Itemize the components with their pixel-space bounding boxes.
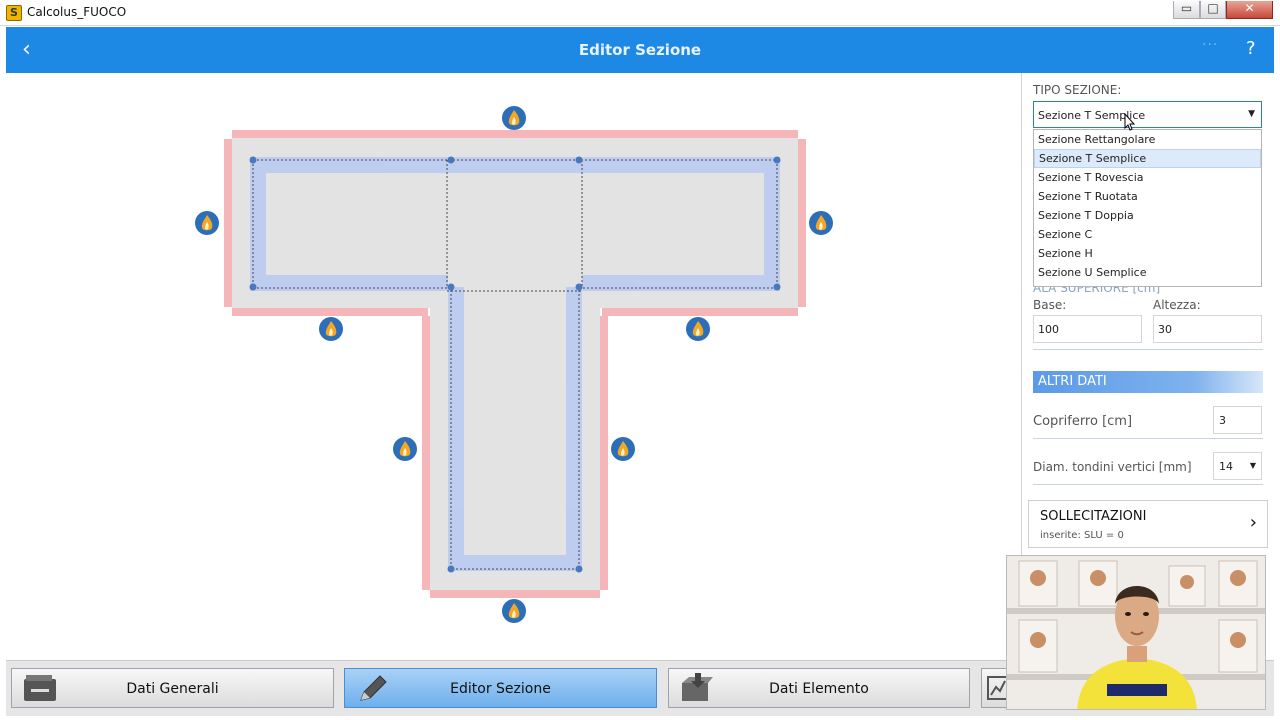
dropdown-option[interactable]: Sezione H <box>1034 244 1261 263</box>
tab-label: Editor Sezione <box>450 681 551 697</box>
fire-exposure-icon[interactable] <box>195 211 219 235</box>
fire-exposure-icon[interactable] <box>502 599 526 623</box>
help-icon[interactable]: ? <box>1246 38 1256 59</box>
fire-exposure-icon[interactable] <box>502 106 526 130</box>
sollecitazioni-title: SOLLECITAZIONI <box>1040 509 1147 524</box>
section-canvas[interactable] <box>6 73 1020 658</box>
close-button[interactable]: ✕ <box>1226 1 1273 19</box>
tab-dati-generali[interactable]: Dati Generali <box>11 668 334 708</box>
more-options-icon[interactable]: ··· <box>1202 37 1218 53</box>
chevron-right-icon: › <box>1249 512 1257 533</box>
tab-editor-sezione[interactable]: Editor Sezione <box>344 668 657 708</box>
divider <box>1033 349 1263 350</box>
t-section-drawing <box>195 106 833 623</box>
tab-label: Dati Elemento <box>769 681 869 697</box>
app-header: ‹ Editor Sezione ··· ? <box>6 27 1274 73</box>
copriferro-input[interactable]: 3 <box>1213 406 1262 434</box>
dropdown-option[interactable]: Sezione T Rovescia <box>1034 168 1261 187</box>
altezza-label: Altezza: <box>1153 298 1201 312</box>
dropdown-option[interactable]: Sezione Rettangolare <box>1034 130 1261 149</box>
minimize-button[interactable]: ▭ <box>1173 1 1200 19</box>
window-title: Calcolus_FUOCO <box>27 5 127 19</box>
dropdown-option[interactable]: Sezione T Doppia <box>1034 206 1261 225</box>
divider <box>1033 484 1263 485</box>
base-label: Base: <box>1033 298 1067 312</box>
concrete-section <box>232 138 798 590</box>
fire-exposure-icon[interactable] <box>393 437 417 461</box>
section-type-dropdown: Sezione Rettangolare Sezione T Semplice … <box>1033 129 1262 287</box>
dropdown-arrow-icon[interactable]: ▼ <box>1250 461 1256 470</box>
dropdown-option[interactable]: Sezione C <box>1034 225 1261 244</box>
mouse-cursor-icon <box>1124 113 1136 131</box>
sollecitazioni-subtitle: inserite: SLU = 0 <box>1040 530 1124 541</box>
dropdown-option[interactable]: Sezione U Semplice <box>1034 263 1261 282</box>
tab-dati-elemento[interactable]: Dati Elemento <box>668 668 970 708</box>
section-type-select[interactable]: Sezione T Semplice ▼ <box>1033 101 1262 128</box>
window-titlebar: S Calcolus_FUOCO ▭ □ ✕ <box>0 0 1280 26</box>
webcam-overlay <box>1006 555 1266 710</box>
diam-tondini-label: Diam. tondini vertici [mm] <box>1033 460 1192 474</box>
divider <box>1033 438 1263 439</box>
tipo-sezione-label: TIPO SEZIONE: <box>1033 83 1122 97</box>
altri-dati-header: ALTRI DATI <box>1033 371 1263 393</box>
dropdown-arrow-icon[interactable]: ▼ <box>1248 109 1255 119</box>
maximize-button[interactable]: □ <box>1200 1 1226 19</box>
fire-exposure-icon[interactable] <box>611 437 635 461</box>
diam-tondini-value: 14 <box>1219 460 1233 473</box>
diam-tondini-select[interactable]: 14 ▼ <box>1213 452 1262 480</box>
sollecitazioni-button[interactable]: SOLLECITAZIONI inserite: SLU = 0 › <box>1028 500 1268 548</box>
app-icon: S <box>6 5 22 21</box>
presenter-video <box>1007 556 1265 709</box>
altezza-input[interactable]: 30 <box>1153 315 1262 343</box>
dropdown-option[interactable]: Sezione T Ruotata <box>1034 187 1261 206</box>
fire-exposure-icon[interactable] <box>319 317 343 341</box>
base-input[interactable]: 100 <box>1033 315 1142 343</box>
dropdown-option-selected[interactable]: Sezione T Semplice <box>1034 149 1261 168</box>
fire-exposure-icon[interactable] <box>686 317 710 341</box>
tab-label: Dati Generali <box>126 681 219 697</box>
copriferro-label: Copriferro [cm] <box>1033 414 1133 429</box>
fire-exposure-icon[interactable] <box>809 211 833 235</box>
page-title: Editor Sezione <box>578 41 702 59</box>
